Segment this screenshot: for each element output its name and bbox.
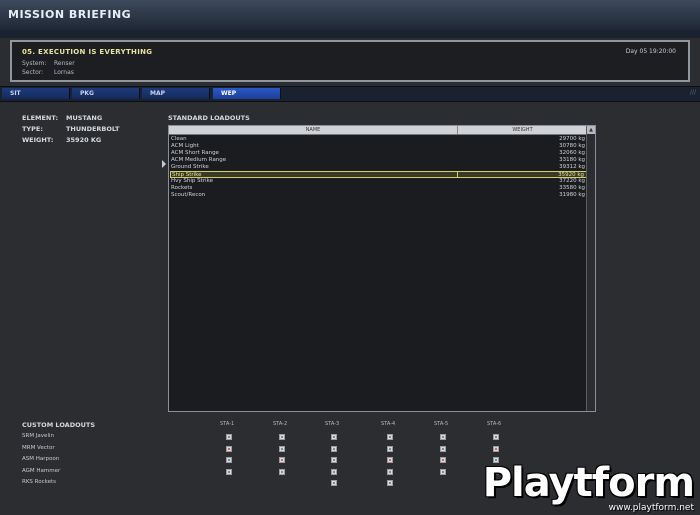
element-value: MUSTANG bbox=[66, 114, 103, 122]
weapon-label: SRM Javelin bbox=[22, 433, 54, 439]
scroll-up-icon[interactable]: ▲ bbox=[587, 126, 595, 134]
station-slot-checkbox[interactable] bbox=[226, 457, 232, 463]
mission-name: 05. EXECUTION IS EVERYTHING bbox=[22, 48, 153, 56]
station-slot-checkbox[interactable] bbox=[279, 468, 285, 475]
standard-loadouts-heading: STANDARD LOADOUTS bbox=[168, 114, 250, 122]
station-slot-checkbox[interactable] bbox=[279, 434, 285, 440]
tab-label: WEP bbox=[221, 90, 237, 97]
loadout-name: Rockets bbox=[171, 185, 193, 191]
station-slot-checkbox[interactable] bbox=[226, 468, 232, 475]
loadout-name: Hvy Ship Strike bbox=[171, 178, 213, 184]
loadout-name: ACM Light bbox=[171, 143, 199, 149]
station-label: STA-6 bbox=[487, 421, 502, 427]
loadout-name: Ground Strike bbox=[171, 164, 209, 170]
loadout-row[interactable]: Clean 29700 kg bbox=[170, 136, 587, 143]
station-slot-checkbox[interactable] bbox=[387, 457, 393, 463]
station-slot-checkbox[interactable] bbox=[440, 457, 446, 463]
loadout-weight: 33180 kg bbox=[559, 157, 585, 163]
weight-label: WEIGHT: bbox=[22, 136, 54, 144]
system-label: System: bbox=[22, 60, 47, 67]
top-strip bbox=[0, 30, 700, 38]
loadout-weight: 39312 kg bbox=[559, 164, 585, 170]
station-slot-checkbox[interactable] bbox=[226, 445, 232, 452]
loadout-name: ACM Medium Range bbox=[171, 157, 227, 163]
station-slot-checkbox[interactable] bbox=[387, 480, 393, 486]
mission-time: Day 05 19:20:00 bbox=[625, 48, 676, 55]
loadout-weight: 29700 kg bbox=[559, 136, 585, 142]
mission-header: 05. EXECUTION IS EVERYTHING System: Rens… bbox=[10, 40, 690, 82]
list-header: NAME WEIGHT bbox=[169, 126, 587, 135]
tab-label: PKG bbox=[80, 90, 94, 97]
weight-value: 35920 KG bbox=[66, 136, 102, 144]
loadout-row[interactable]: Rockets 33580 kg bbox=[170, 185, 587, 192]
column-header-name[interactable]: NAME bbox=[169, 126, 458, 134]
watermark-logo: Playtform bbox=[482, 460, 695, 506]
station-slot-checkbox[interactable] bbox=[279, 457, 285, 463]
standard-loadouts-list: NAME WEIGHT Clean 29700 kg ACM Light 30780 … bbox=[168, 125, 596, 412]
station-slot-checkbox[interactable] bbox=[440, 434, 446, 440]
loadout-name: Scout/Recon bbox=[171, 192, 206, 198]
station-slot-checkbox[interactable] bbox=[331, 468, 337, 475]
column-header-weight[interactable]: WEIGHT bbox=[458, 126, 587, 134]
station-slot-checkbox[interactable] bbox=[440, 445, 446, 452]
watermark: Playtform www.playtform.net bbox=[482, 460, 695, 513]
element-label: ELEMENT: bbox=[22, 114, 59, 122]
station-slot-checkbox[interactable] bbox=[279, 445, 285, 452]
loadout-weight: 37220 kg bbox=[559, 178, 585, 184]
station-slot-checkbox[interactable] bbox=[493, 434, 499, 440]
tab-sit[interactable]: SIT bbox=[2, 88, 70, 99]
loadout-row[interactable]: ACM Light 30780 kg bbox=[170, 143, 587, 150]
sector-label: Sector: bbox=[22, 69, 44, 76]
list-scrollbar[interactable]: ▲ bbox=[586, 126, 595, 411]
station-slot-checkbox[interactable] bbox=[331, 434, 337, 440]
weapon-label: ASM Harpoon bbox=[22, 456, 60, 462]
type-label: TYPE: bbox=[22, 125, 43, 133]
station-slot-checkbox[interactable] bbox=[331, 480, 337, 486]
station-slot-checkbox[interactable] bbox=[440, 468, 446, 475]
tab-label: MAP bbox=[150, 90, 166, 97]
weapon-label: RKS Rockets bbox=[22, 479, 57, 485]
station-label: STA-1 bbox=[220, 421, 235, 427]
station-slot-checkbox[interactable] bbox=[226, 434, 232, 440]
station-slot-checkbox[interactable] bbox=[387, 445, 393, 452]
tab-label: SIT bbox=[10, 90, 21, 97]
window-title: MISSION BRIEFING bbox=[8, 8, 132, 21]
loadout-weight: 30780 kg bbox=[559, 143, 585, 149]
tab-wep[interactable]: WEP bbox=[213, 88, 281, 99]
station-slot-checkbox[interactable] bbox=[387, 468, 393, 475]
tabbar-end-mark: /// bbox=[689, 89, 696, 96]
loadout-row[interactable]: ACM Medium Range 33180 kg bbox=[170, 157, 587, 164]
tab-bar: SIT PKG MAP WEP /// bbox=[0, 86, 700, 102]
station-label: STA-4 bbox=[381, 421, 396, 427]
loadout-row[interactable]: Ground Strike 39312 kg bbox=[170, 164, 587, 171]
sector-value: Lornas bbox=[54, 69, 74, 76]
loadout-name: Clean bbox=[171, 136, 187, 142]
loadout-weight: 31980 kg bbox=[559, 192, 585, 198]
station-label: STA-2 bbox=[273, 421, 288, 427]
loadout-row[interactable]: ACM Short Range 32060 kg bbox=[170, 150, 587, 157]
station-slot-checkbox[interactable] bbox=[331, 445, 337, 452]
loadout-weight: 33580 kg bbox=[559, 185, 585, 191]
tab-map[interactable]: MAP bbox=[142, 88, 210, 99]
loadout-row[interactable]: Scout/Recon 31980 kg bbox=[170, 192, 587, 199]
title-bar: MISSION BRIEFING bbox=[0, 0, 700, 31]
tab-pkg[interactable]: PKG bbox=[72, 88, 140, 99]
weapon-label: MRM Vector bbox=[22, 444, 55, 451]
weapon-label: AGM Hammer bbox=[22, 467, 61, 474]
station-slot-checkbox[interactable] bbox=[331, 457, 337, 463]
loadout-row[interactable]: Hvy Ship Strike 37220 kg bbox=[170, 178, 587, 185]
mouse-cursor-icon bbox=[162, 160, 166, 168]
custom-loadouts-heading: CUSTOM LOADOUTS bbox=[22, 421, 96, 429]
station-slot-checkbox[interactable] bbox=[387, 434, 393, 440]
loadout-name: ACM Short Range bbox=[171, 150, 219, 156]
loadout-weight: 32060 kg bbox=[559, 150, 585, 156]
station-label: STA-5 bbox=[434, 421, 449, 427]
station-label: STA-3 bbox=[325, 421, 340, 427]
selection-divider bbox=[457, 172, 458, 177]
type-value: THUNDERBOLT bbox=[66, 125, 120, 133]
system-value: Renser bbox=[54, 60, 75, 67]
station-slot-checkbox[interactable] bbox=[493, 445, 499, 452]
loadout-row[interactable]: Ship Strike 35920 kg bbox=[170, 171, 587, 178]
